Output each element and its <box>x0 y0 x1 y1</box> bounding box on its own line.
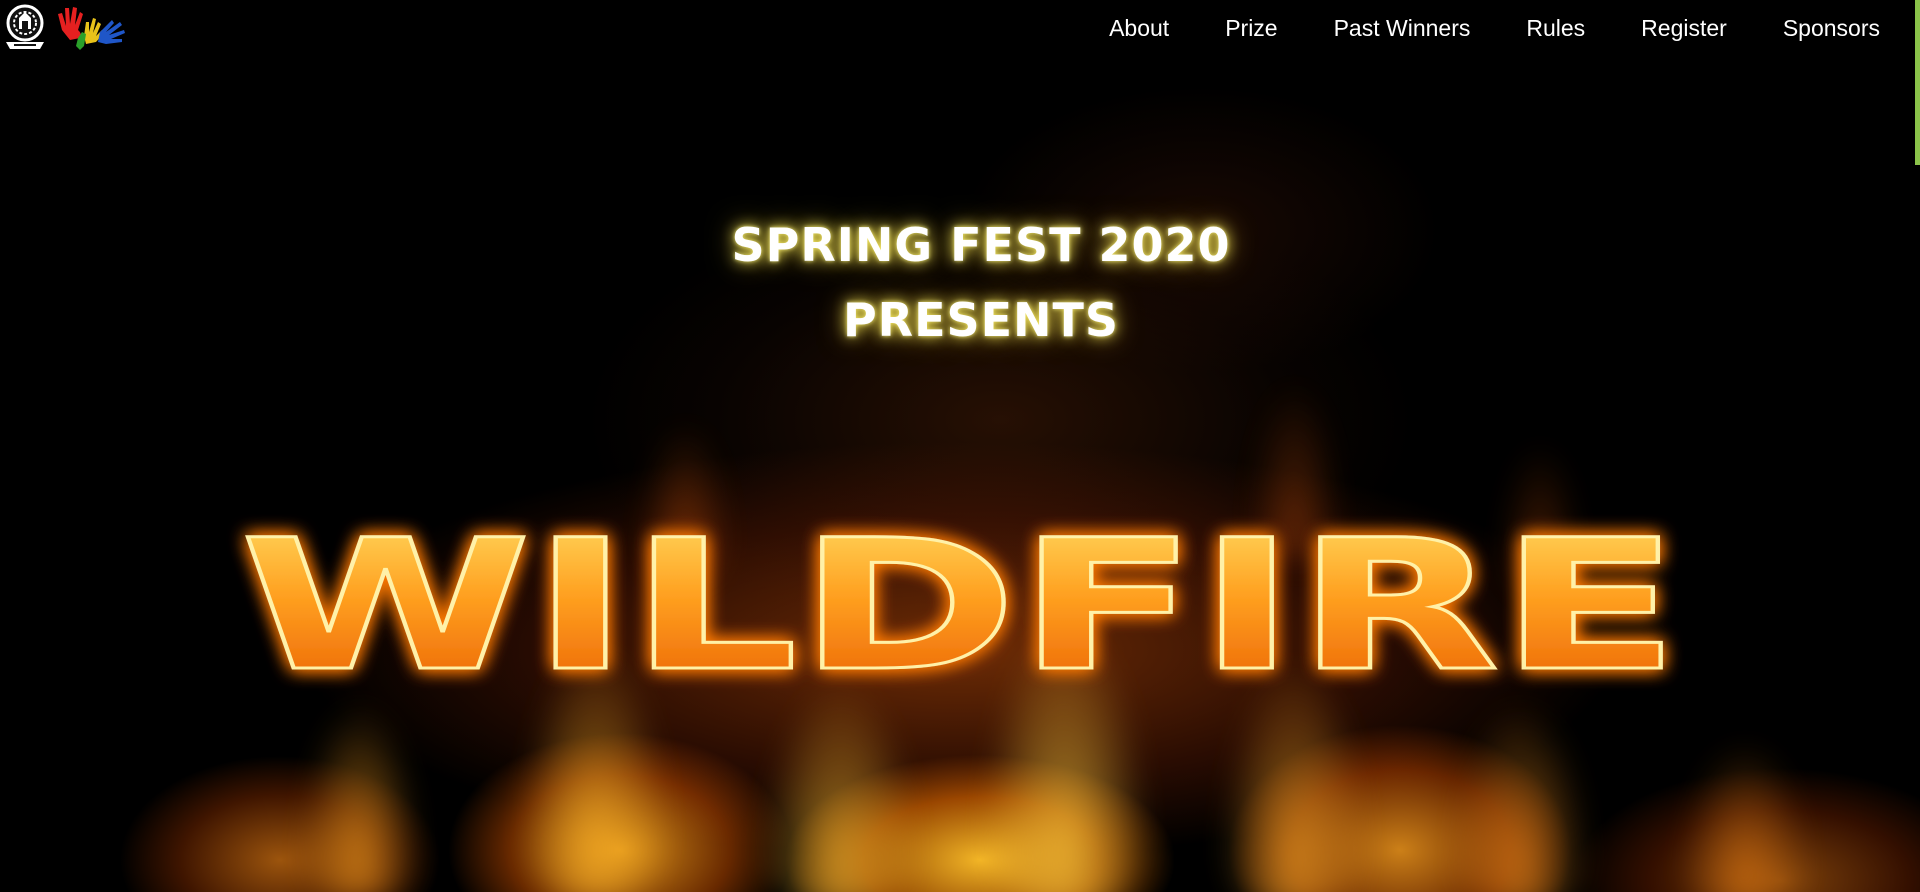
logo-group <box>2 2 132 52</box>
scrollbar-thumb[interactable] <box>1915 0 1920 165</box>
iit-emblem-logo[interactable] <box>2 2 48 52</box>
flame-background <box>0 0 1920 892</box>
nav-rules[interactable]: Rules <box>1526 15 1585 42</box>
top-navigation-bar: About Prize Past Winners Rules Register … <box>0 0 1920 56</box>
nav-sponsors[interactable]: Sponsors <box>1783 15 1880 42</box>
wildfire-title-graphic: WILDFIRE <box>239 501 1682 713</box>
nav-prize[interactable]: Prize <box>1225 15 1277 42</box>
nav-register[interactable]: Register <box>1641 15 1727 42</box>
hero-title-container: WILDFIRE <box>200 490 1720 713</box>
nav-about[interactable]: About <box>1109 15 1169 42</box>
page: About Prize Past Winners Rules Register … <box>0 0 1920 892</box>
nav-past-winners[interactable]: Past Winners <box>1334 15 1471 42</box>
main-nav: About Prize Past Winners Rules Register … <box>1053 0 1880 56</box>
hero-line-presents: PRESENTS <box>842 293 1120 347</box>
hero-line-spring-fest: SPRING FEST 2020 <box>731 218 1231 272</box>
spring-fest-hands-logo[interactable] <box>56 2 132 52</box>
hero-title: WILDFIRE <box>240 502 1680 711</box>
hero-subheading: SPRING FEST 2020 PRESENTS <box>0 208 1920 358</box>
